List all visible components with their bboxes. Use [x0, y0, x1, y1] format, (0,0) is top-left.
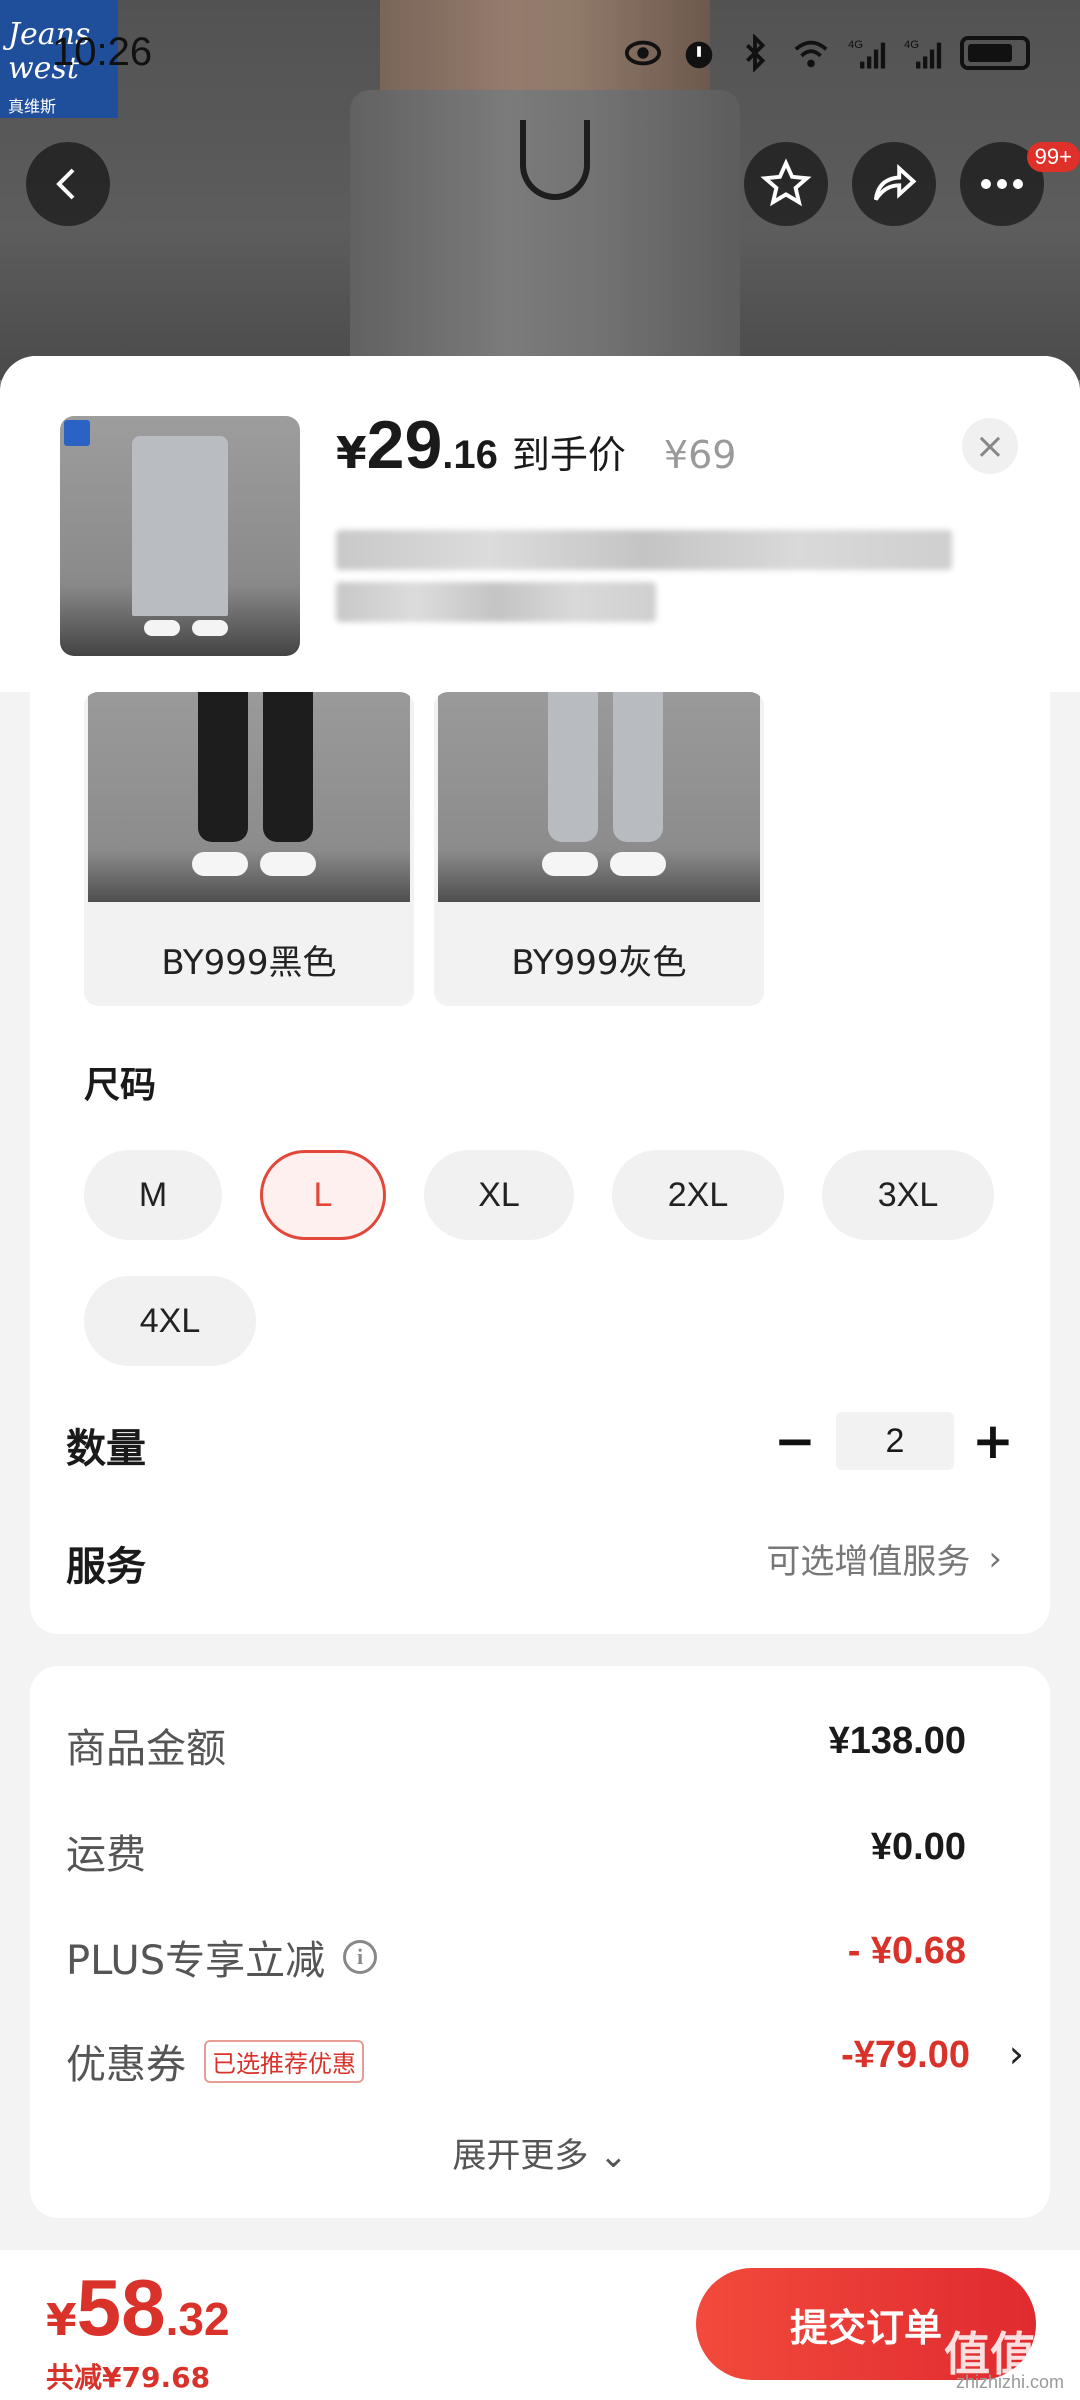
- watermark-url: zhizhizhi.com: [956, 2372, 1065, 2392]
- svg-text:4G: 4G: [848, 39, 863, 51]
- variant-gray[interactable]: BY999灰色: [434, 692, 764, 1006]
- plus-discount-value: - ¥0.68: [847, 1930, 966, 1972]
- variant-black[interactable]: BY999黑色: [84, 692, 414, 1006]
- close-button[interactable]: ×: [962, 418, 1018, 474]
- battery-icon: [960, 36, 1030, 70]
- goods-amount-value: ¥138.00: [828, 1720, 966, 1762]
- size-option-l[interactable]: L: [260, 1150, 386, 1240]
- product-thumbnail: [60, 416, 300, 656]
- service-label: 服务: [66, 1544, 146, 1590]
- brand-mini-logo: [64, 420, 90, 446]
- share-icon: [873, 163, 917, 201]
- status-bar: 10:26 4G 4G: [0, 0, 1080, 110]
- info-icon[interactable]: i: [343, 1940, 378, 1974]
- blurred-description-line: [336, 530, 952, 570]
- size-title: 尺码: [84, 1065, 157, 1106]
- variant-label: BY999黑色: [161, 942, 337, 983]
- size-option-xl[interactable]: XL: [424, 1150, 574, 1240]
- goods-amount-label: 商品金额: [66, 1726, 226, 1772]
- star-icon: [760, 158, 812, 207]
- coupon-value[interactable]: -¥79.00: [841, 2034, 970, 2077]
- size-option-2xl[interactable]: 2XL: [612, 1150, 784, 1240]
- quantity-label: 数量: [66, 1426, 146, 1472]
- svg-text:4G: 4G: [904, 39, 919, 51]
- wifi-icon: [794, 40, 828, 68]
- coupon-label: 优惠券 已选推荐优惠: [66, 2032, 364, 2090]
- price-decimal: .16: [442, 433, 498, 477]
- original-price: ¥69: [663, 433, 737, 477]
- share-button[interactable]: [852, 142, 936, 226]
- chevron-right-icon: ›: [988, 1538, 1002, 1579]
- bluetooth-icon: [746, 34, 766, 72]
- chevron-right-icon[interactable]: ›: [1009, 2032, 1024, 2076]
- price-integer: 29: [366, 407, 443, 483]
- eye-icon: [624, 40, 662, 66]
- alarm-icon: [685, 41, 713, 69]
- signal-4g-icon: 4G: [904, 39, 942, 69]
- back-arrow-icon: [56, 168, 75, 200]
- size-option-3xl[interactable]: 3XL: [822, 1150, 994, 1240]
- size-option-m[interactable]: M: [84, 1150, 222, 1240]
- status-time: 10:26: [52, 30, 153, 74]
- expand-more-button[interactable]: 展开更多 ⌄: [0, 2128, 1080, 2177]
- back-button[interactable]: [26, 142, 110, 226]
- close-icon: ×: [974, 425, 1006, 467]
- blurred-description-line: [336, 582, 656, 622]
- quantity-input[interactable]: 2: [836, 1412, 954, 1470]
- plus-discount-label: PLUS专享立减 i: [66, 1928, 378, 1986]
- price-tag: 到手价: [511, 433, 626, 477]
- notification-badge: 99+: [1026, 142, 1080, 172]
- variant-label: BY999灰色: [511, 942, 687, 983]
- shipping-label: 运费: [66, 1832, 146, 1878]
- more-dots-icon: [981, 179, 1023, 189]
- quantity-plus-button[interactable]: +: [968, 1412, 1018, 1470]
- quantity-minus-button[interactable]: −: [770, 1412, 820, 1470]
- total-saved: 共减¥79.68: [46, 2361, 211, 2394]
- coupon-badge: 已选推荐优惠: [204, 2039, 364, 2083]
- color-variants: BY999黑色 BY999灰色: [84, 692, 764, 1006]
- signal-4g-icon: 4G: [848, 39, 886, 69]
- size-option-4xl[interactable]: 4XL: [84, 1276, 256, 1366]
- total-price: ¥ 58 .32: [46, 2263, 230, 2352]
- price-row: ¥ 29 .16 到手价 ¥69: [336, 407, 737, 483]
- favorite-button[interactable]: [744, 142, 828, 226]
- service-selector[interactable]: 可选增值服务 ›: [766, 1534, 1002, 1583]
- shipping-value: ¥0.00: [870, 1826, 966, 1868]
